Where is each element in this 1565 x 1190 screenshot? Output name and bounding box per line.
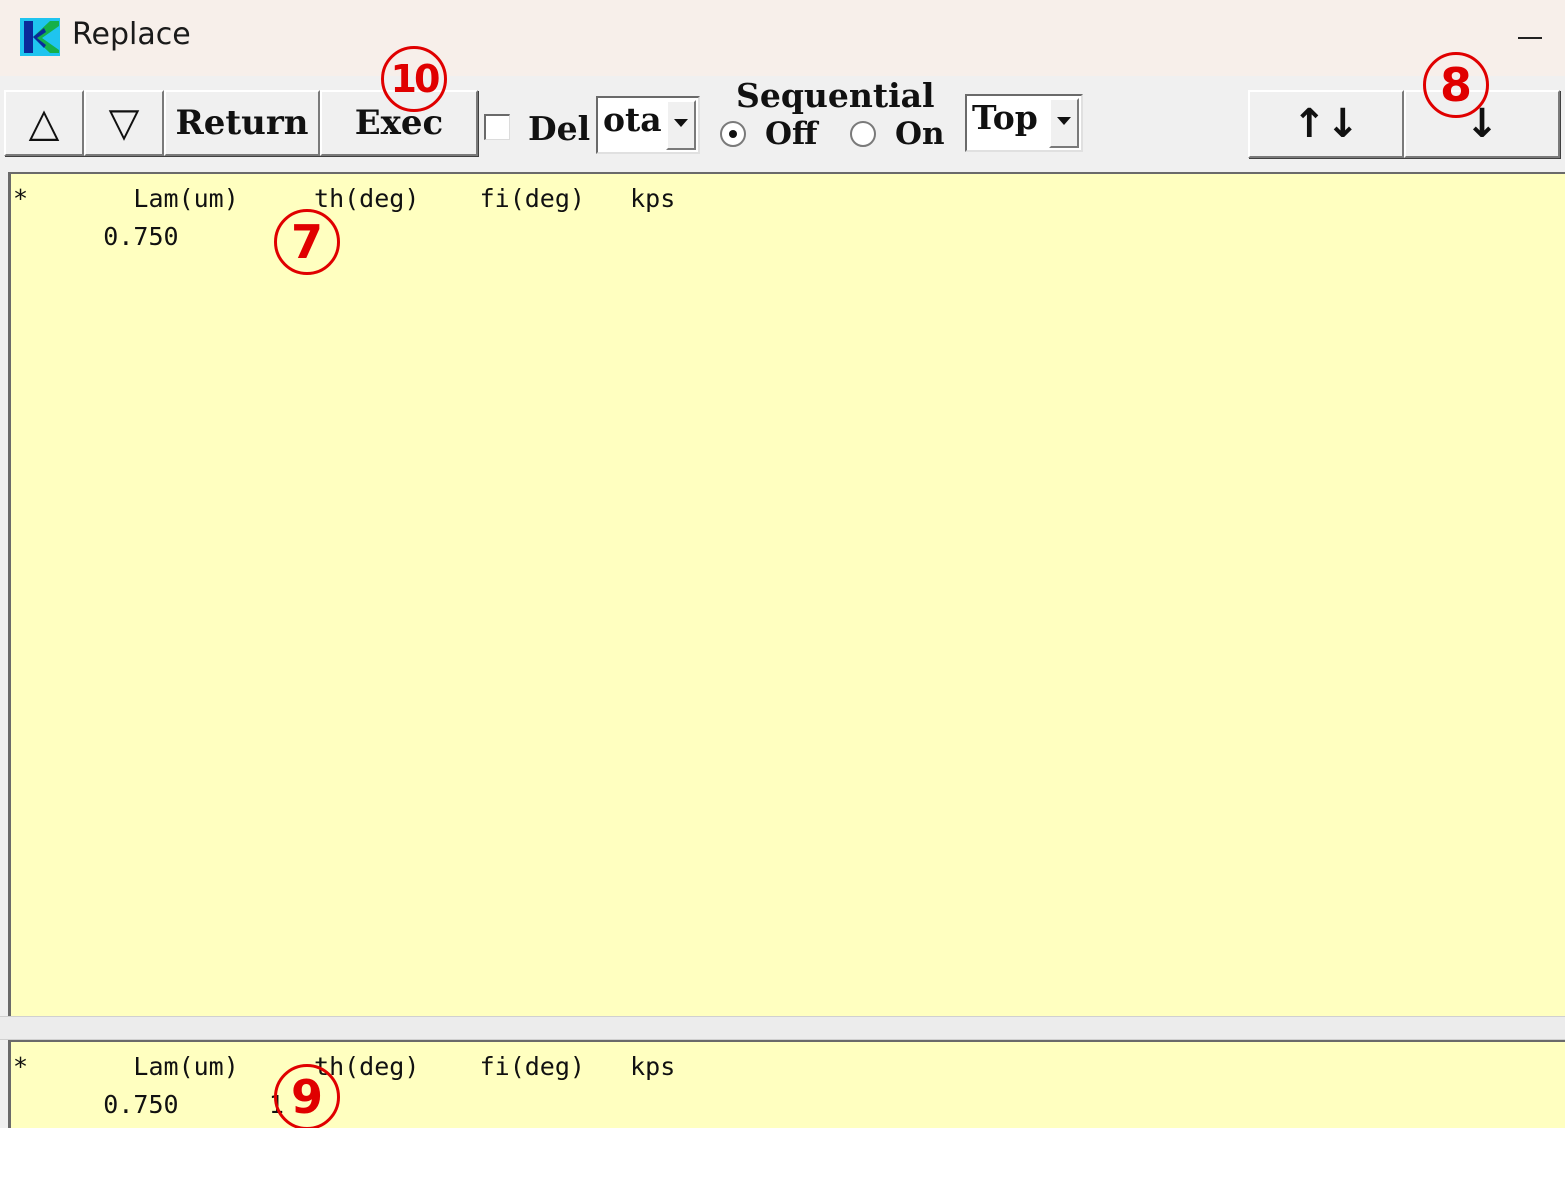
triangle-down-icon: ▽ xyxy=(108,100,140,146)
replace-window: Replace △ ▽ Return Exec Del ota Sequenti… xyxy=(0,0,1565,1128)
upper-panel-row: 0.750 xyxy=(13,222,179,251)
return-button[interactable]: Return xyxy=(164,90,320,156)
callout-7: 7 xyxy=(274,209,340,275)
move-up-button[interactable]: △ xyxy=(4,90,84,156)
lower-panel-header: * Lam(um) th(deg) fi(deg) kps xyxy=(13,1052,676,1081)
del-label: Del xyxy=(528,109,591,148)
callout-7-text: 7 xyxy=(290,215,323,269)
sequential-on-label: On xyxy=(895,116,945,152)
sequential-off-label: Off xyxy=(765,116,818,152)
field-select-value: ota xyxy=(603,100,662,139)
window-title: Replace xyxy=(72,17,191,52)
field-select[interactable]: ota xyxy=(596,96,700,154)
up-down-arrows-icon: ↑↓ xyxy=(1292,101,1360,147)
callout-10-text: 10 xyxy=(390,57,441,101)
chevron-down-icon[interactable] xyxy=(666,100,696,150)
callout-8: 8 xyxy=(1423,52,1489,118)
lower-data-panel[interactable]: * Lam(um) th(deg) fi(deg) kps 0.750 1 xyxy=(8,1040,1565,1128)
sequential-off-radio[interactable] xyxy=(720,121,746,147)
panel-splitter[interactable] xyxy=(0,1016,1565,1040)
exec-button-label: Exec xyxy=(354,103,444,143)
app-logo-icon xyxy=(20,18,60,56)
sequential-on-radio[interactable] xyxy=(850,121,876,147)
move-down-button[interactable]: ▽ xyxy=(84,90,164,156)
return-button-label: Return xyxy=(175,103,309,143)
callout-8-text: 8 xyxy=(1439,58,1472,112)
sequential-label: Sequential xyxy=(736,76,935,115)
swap-order-button[interactable]: ↑↓ xyxy=(1248,90,1404,158)
del-checkbox[interactable] xyxy=(484,114,510,140)
callout-9: 9 xyxy=(274,1064,340,1128)
triangle-up-icon: △ xyxy=(28,100,60,146)
upper-panel-header: * Lam(um) th(deg) fi(deg) kps xyxy=(13,184,676,213)
minimize-button[interactable] xyxy=(1508,14,1554,60)
title-bar: Replace xyxy=(0,0,1565,76)
callout-10: 10 xyxy=(381,46,447,112)
chevron-down-icon[interactable] xyxy=(1049,98,1079,148)
upper-data-panel[interactable]: * Lam(um) th(deg) fi(deg) kps 0.750 xyxy=(8,172,1565,1016)
position-select-value: Top xyxy=(972,98,1038,137)
callout-9-text: 9 xyxy=(290,1070,323,1124)
position-select[interactable]: Top xyxy=(965,94,1083,152)
lower-panel-row: 0.750 1 xyxy=(13,1090,284,1119)
toolbar: △ ▽ Return Exec Del ota Sequential Off O… xyxy=(0,76,1565,166)
